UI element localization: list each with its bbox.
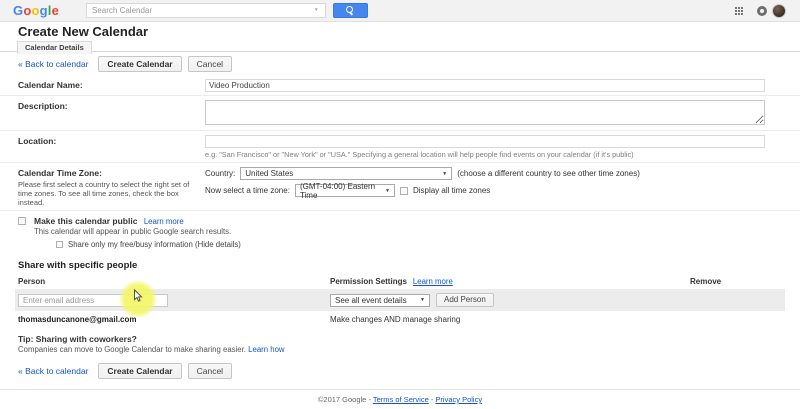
public-calendar-checkbox[interactable] bbox=[18, 217, 26, 225]
back-to-calendar-link-bottom[interactable]: « Back to calendar bbox=[18, 366, 88, 376]
cancel-button[interactable]: Cancel bbox=[188, 56, 232, 72]
timezone-select[interactable]: (GMT-04:00) Eastern Time ▼ bbox=[295, 184, 395, 197]
location-input[interactable] bbox=[205, 135, 765, 148]
public-learn-more-link[interactable]: Learn more bbox=[144, 217, 184, 226]
public-calendar-note: This calendar will appear in public Goog… bbox=[34, 227, 241, 236]
remove-column-header: Remove bbox=[690, 277, 785, 286]
top-action-row: « Back to calendar Create Calendar Cance… bbox=[0, 52, 800, 75]
permission-select-value: See all event details bbox=[335, 296, 407, 305]
timezone-select-value: (GMT-04:00) Eastern Time bbox=[300, 182, 380, 200]
search-dropdown-arrow-icon[interactable]: ▼ bbox=[314, 7, 318, 12]
search-button[interactable] bbox=[333, 3, 368, 18]
country-hint: (choose a different country to see other… bbox=[457, 169, 640, 178]
tip-section: Tip: Sharing with coworkers? Companies c… bbox=[18, 334, 800, 354]
tip-text: Companies can move to Google Calendar to… bbox=[18, 345, 246, 354]
timezone-row: Calendar Time Zone: Please first select … bbox=[0, 163, 800, 211]
back-to-calendar-link[interactable]: « Back to calendar bbox=[18, 59, 88, 69]
location-row: Location: e.g. "San Francisco" or "New Y… bbox=[0, 131, 800, 163]
timezone-select-label: Now select a time zone: bbox=[205, 186, 290, 195]
country-select-value: United States bbox=[245, 169, 293, 178]
gear-icon[interactable] bbox=[757, 6, 767, 16]
email-input[interactable] bbox=[18, 294, 168, 307]
add-person-row: See all event details ▼ Add Person bbox=[15, 289, 785, 311]
bottom-action-row: « Back to calendar Create Calendar Cance… bbox=[0, 359, 800, 382]
description-row: Description: bbox=[0, 96, 800, 131]
tip-learn-how-link[interactable]: Learn how bbox=[248, 345, 284, 354]
create-calendar-button-bottom[interactable]: Create Calendar bbox=[98, 363, 181, 379]
add-person-button[interactable]: Add Person bbox=[436, 293, 494, 307]
shared-person-email: thomasduncanone@gmail.com bbox=[15, 315, 330, 324]
description-textarea[interactable] bbox=[205, 100, 765, 125]
display-all-timezones-label: Display all time zones bbox=[413, 186, 490, 195]
tip-title: Tip: Sharing with coworkers? bbox=[18, 334, 800, 344]
freebusy-label: Share only my free/busy information (Hid… bbox=[68, 240, 241, 249]
timezone-label-block: Calendar Time Zone: Please first select … bbox=[0, 165, 205, 207]
timezone-label: Calendar Time Zone: bbox=[18, 168, 199, 178]
shared-person-permission: Make changes AND manage sharing bbox=[330, 315, 690, 324]
avatar[interactable] bbox=[772, 4, 786, 18]
permission-learn-more-link[interactable]: Learn more bbox=[413, 277, 453, 286]
apps-grid-icon[interactable] bbox=[735, 7, 744, 16]
share-section-title: Share with specific people bbox=[18, 260, 800, 271]
calendar-name-row: Calendar Name: bbox=[0, 75, 800, 96]
shared-person-row: thomasduncanone@gmail.com Make changes A… bbox=[15, 311, 785, 326]
tab-calendar-details[interactable]: Calendar Details bbox=[17, 41, 92, 54]
footer: ©2017 Google - Terms of Service - Privac… bbox=[0, 389, 800, 409]
create-calendar-button[interactable]: Create Calendar bbox=[98, 56, 181, 72]
timezone-note: Please first select a country to select … bbox=[18, 180, 199, 207]
permission-select[interactable]: See all event details ▼ bbox=[330, 294, 430, 307]
top-bar: Google ▼ bbox=[0, 0, 800, 22]
share-table-header: Person Permission Settings Learn more Re… bbox=[15, 275, 785, 289]
chevron-down-icon: ▼ bbox=[420, 297, 425, 303]
logo-letter: G bbox=[13, 3, 23, 18]
public-calendar-section: Make this calendar public Learn more Thi… bbox=[0, 211, 800, 254]
logo-letter: g bbox=[40, 3, 48, 18]
calendar-name-input[interactable] bbox=[205, 79, 765, 92]
public-calendar-label: Make this calendar public bbox=[34, 216, 137, 226]
share-table: Person Permission Settings Learn more Re… bbox=[15, 275, 785, 326]
display-all-timezones-checkbox[interactable] bbox=[400, 187, 408, 195]
country-label: Country: bbox=[205, 169, 235, 178]
chevron-down-icon: ▼ bbox=[385, 188, 390, 194]
description-label: Description: bbox=[0, 98, 205, 127]
location-hint: e.g. "San Francisco" or "New York" or "U… bbox=[205, 150, 765, 159]
tab-bar: Calendar Details bbox=[0, 40, 800, 52]
page-title: Create New Calendar bbox=[18, 25, 800, 39]
freebusy-checkbox[interactable] bbox=[56, 241, 63, 248]
google-logo[interactable]: Google bbox=[13, 3, 59, 18]
calendar-name-label: Calendar Name: bbox=[0, 77, 205, 92]
logo-letter: e bbox=[52, 3, 59, 18]
permission-column-header: Permission Settings bbox=[330, 277, 407, 286]
location-label: Location: bbox=[0, 133, 205, 159]
search-icon bbox=[346, 6, 355, 15]
logo-letter: o bbox=[31, 3, 39, 18]
search-input[interactable] bbox=[86, 3, 326, 18]
country-select[interactable]: United States ▼ bbox=[240, 167, 452, 180]
person-column-header: Person bbox=[15, 277, 330, 286]
chevron-down-icon: ▼ bbox=[442, 171, 447, 177]
cancel-button-bottom[interactable]: Cancel bbox=[188, 363, 232, 379]
